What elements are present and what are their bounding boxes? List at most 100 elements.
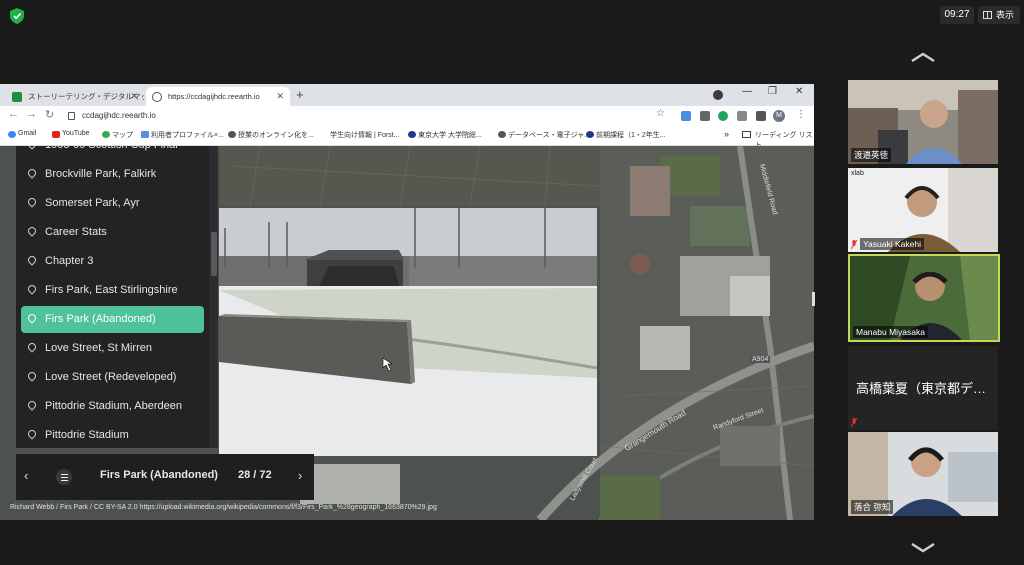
lock-icon [68,112,75,120]
chapter-list-item[interactable]: Chapter 3 [21,248,204,275]
map-label-a904: A904 [750,356,771,363]
new-tab-icon[interactable]: + [296,87,304,103]
chapter-label: Somerset Park, Ayr [45,197,140,209]
chapter-list-item[interactable]: Brockville Park, Falkirk [21,161,204,188]
bookmark-database[interactable]: データベース・電子ジャ... [498,130,590,140]
extension-camera-icon[interactable] [737,111,747,121]
minimize-icon[interactable]: — [742,86,752,97]
view-button-label: 表示 [996,10,1015,20]
bookmark-online-classes[interactable]: 授業のオンライン化を... [228,130,314,140]
tab-strip: ストーリーテリング・デジタルマップ識別 ✕ https://ccdagijhdc… [0,84,814,106]
chapter-label: Pittodrie Stadium, Aberdeen [45,400,182,412]
tab-search-icon[interactable] [713,90,723,100]
forward-arrow-icon[interactable]: → [26,108,37,120]
participant-name: Yasuaki Kakehi [860,238,924,250]
profile-avatar[interactable]: M [773,110,785,122]
muted-microphone-icon [851,240,857,249]
tab-title: ストーリーテリング・デジタルマップ識別 [28,92,144,101]
location-pin-icon [26,254,38,266]
chapter-list-toggle-icon[interactable] [56,469,72,485]
back-arrow-icon[interactable]: ← [8,108,19,120]
tab-storytelling[interactable]: ストーリーテリング・デジタルマップ識別 ✕ [6,87,144,106]
previous-chapter-button[interactable]: ‹ [24,468,28,483]
bookmark-student-info[interactable]: 学生向け情報 | Forst... [320,130,400,140]
menu-kebab-icon[interactable]: ⋮ [796,109,806,120]
chevron-down-icon[interactable] [910,543,936,553]
bookmark-first-term[interactable]: 前期課程（1・2年生... [586,130,666,140]
location-pin-icon [26,341,38,353]
chapter-label: 1908-09 Scottish Cup Final [45,146,178,151]
next-chapter-button[interactable]: › [298,468,302,483]
shared-browser-window: ストーリーテリング・デジタルマップ識別 ✕ https://ccdagijhdc… [0,84,814,520]
maps-pin-icon [102,131,110,138]
address-bar[interactable]: ccdagijhdc.reearth.io [66,108,666,124]
chapter-list-item[interactable]: Firs Park (Abandoned) [21,306,204,333]
close-tab-icon[interactable]: ✕ [130,87,138,106]
extension-box-icon[interactable] [700,111,710,121]
view-button[interactable]: 表示 [978,6,1020,24]
xlab-logo: xlab [851,170,864,177]
security-shield-icon[interactable] [10,8,24,24]
chapter-list-item[interactable]: Firs Park, East Stirlingshire [21,277,204,304]
reading-list-icon [742,131,751,138]
participant-tile[interactable]: xlab Yasuaki Kakehi [848,168,998,252]
participant-name: 高橋葉夏（東京都デ… [856,381,987,396]
chapter-list-item[interactable]: Love Street, St Mirren [21,335,204,362]
participant-tile-active-speaker[interactable]: Manabu Miyasaka [848,254,1000,342]
bookmark-utokyo[interactable]: 東京大学 大学院総... [408,130,482,140]
youtube-icon [52,131,60,138]
participant-name: Manabu Miyasaka [853,326,928,338]
bookmark-star-icon[interactable]: ☆ [656,108,665,119]
reload-icon[interactable]: ↻ [45,108,54,121]
globe-icon [498,131,506,138]
chapter-list-item[interactable]: Somerset Park, Ayr [21,190,204,217]
chapter-list-scrollbar[interactable] [209,146,218,448]
chapter-label: Career Stats [45,226,107,238]
close-tab-icon[interactable]: ✕ [276,87,284,106]
participant-tile[interactable]: 渡邉英徳 [848,80,998,164]
reearth-viewer: Grangemouth Road A904 Middlefield Road R… [0,146,814,520]
participant-tile[interactable]: 高橋葉夏（東京都デ… [848,346,998,430]
location-pin-icon [26,225,38,237]
chapter-list-item[interactable]: Pittodrie Stadium [21,422,204,448]
globe-icon [152,92,162,102]
meeting-clock: 09:27 [940,6,974,24]
close-window-icon[interactable]: ✕ [795,86,803,97]
restore-icon[interactable]: ❐ [768,86,777,97]
chapter-list-item[interactable]: Career Stats [21,219,204,246]
extension-grammarly-icon[interactable] [718,111,728,121]
share-resize-handle[interactable] [812,292,815,306]
bookmarks-bar: Gmail YouTube マップ 利用者プロファイル×... 授業のオンライン… [0,126,814,149]
firs-park-photo [219,208,597,456]
muted-microphone-icon [851,418,857,427]
location-pin-icon [26,167,38,179]
extensions-puzzle-icon[interactable] [756,111,766,121]
chevron-up-icon[interactable] [910,52,936,62]
photo-image [219,208,597,456]
chapter-label: Love Street (Redeveloped) [45,371,177,383]
zoom-window: 09:27 表示 ストーリーテリング・デジタルマップ識別 ✕ https://c… [0,0,1024,565]
chapter-label: Love Street, St Mirren [45,342,152,354]
location-pin-icon [26,370,38,382]
story-navigation-bar: ‹ Firs Park (Abandoned) 28 / 72 › [16,454,314,500]
more-bookmarks-icon[interactable]: » [724,129,729,139]
location-pin-icon [26,283,38,295]
chapter-list-item[interactable]: 1908-09 Scottish Cup Final [21,146,204,159]
utokyo-icon [408,131,416,138]
participant-name: 渡邉英徳 [851,148,892,162]
scrollbar-thumb[interactable] [211,232,217,276]
photo-attribution: Richard Webb / Firs Park / CC BY-SA 2.0 … [10,504,437,511]
bookmark-gmail[interactable]: Gmail [8,130,36,138]
tab-title: https://ccdagijhdc.reearth.io [168,92,260,101]
chapter-list-item[interactable]: Love Street (Redeveloped) [21,364,204,391]
participant-tile[interactable]: 落合 弥知 [848,432,998,516]
browser-toolbar: ← → ↻ ccdagijhdc.reearth.io ☆ M ⋮ [0,106,814,126]
tab-reearth[interactable]: https://ccdagijhdc.reearth.io ✕ [146,87,290,106]
bookmark-maps[interactable]: マップ [102,130,133,140]
bookmark-youtube[interactable]: YouTube [52,130,90,138]
chapter-list-item[interactable]: Pittodrie Stadium, Aberdeen [21,393,204,420]
bookmark-profile[interactable]: 利用者プロファイル×... [141,130,224,140]
story-chapter-list: 1908-09 Scottish Cup Final Brockville Par… [16,146,218,448]
extension-doc-icon[interactable] [681,111,691,121]
location-pin-icon [26,428,38,440]
